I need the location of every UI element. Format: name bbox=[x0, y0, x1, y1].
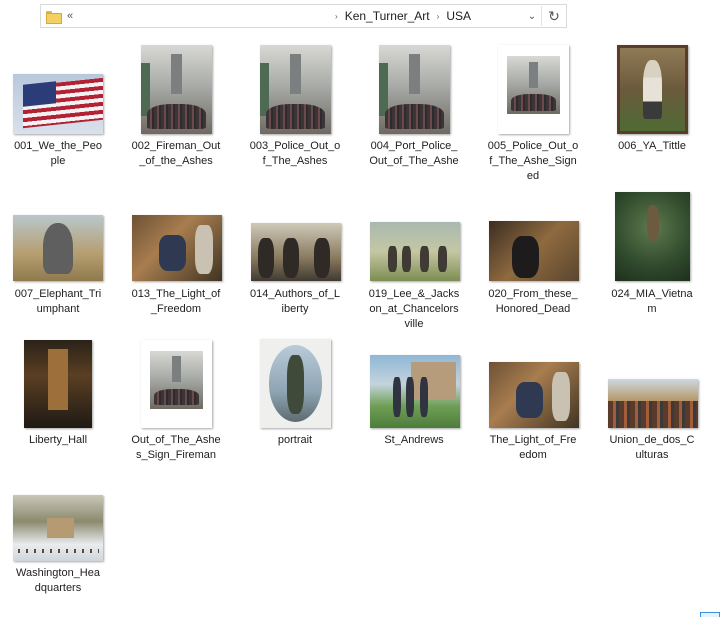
file-name: 014_Authors_of_L iberty bbox=[250, 288, 340, 315]
file-item-union-de-dos-culturas[interactable]: Union_de_dos_C ulturas bbox=[603, 336, 701, 466]
overflow-chevron-icon[interactable]: « bbox=[67, 10, 73, 22]
file-name: 024_MIA_Vietna m bbox=[611, 288, 693, 315]
folder-icon bbox=[46, 10, 62, 24]
thumbnail-image bbox=[260, 45, 331, 134]
thumbnail-image bbox=[24, 340, 92, 428]
file-name: portrait bbox=[277, 434, 313, 446]
file-item-003-police[interactable]: 003_Police_Out_o f_The_Ashes bbox=[246, 40, 344, 170]
thumbnail-image bbox=[498, 45, 569, 134]
thumbnail-image bbox=[379, 45, 450, 134]
scroll-indicator bbox=[700, 612, 720, 617]
file-item-washington-headquarters[interactable]: Washington_Hea dquarters bbox=[9, 487, 107, 602]
breadcrumb-item-usa[interactable]: USA bbox=[446, 9, 471, 23]
file-item-st-andrews[interactable]: St_Andrews bbox=[365, 336, 463, 466]
thumbnail-image bbox=[251, 223, 341, 281]
file-item-liberty-hall[interactable]: Liberty_Hall bbox=[9, 336, 107, 466]
file-name: 019_Lee_&_Jacks on_at_Chancelors ville bbox=[368, 288, 460, 330]
file-item-024-mia-vietnam[interactable]: 024_MIA_Vietna m bbox=[603, 191, 701, 321]
file-item-007-elephant[interactable]: 007_Elephant_Tri umphant bbox=[9, 191, 107, 321]
file-name: 001_We_the_Peo ple bbox=[14, 140, 102, 167]
thumbnail-image bbox=[617, 45, 688, 134]
thumbnail-image bbox=[608, 379, 698, 428]
file-item-005-police-signed[interactable]: 005_Police_Out_o f_The_Ashe_Sign ed bbox=[484, 40, 582, 185]
thumbnail-image bbox=[489, 362, 579, 428]
breadcrumb-separator-icon[interactable]: › bbox=[335, 12, 338, 21]
file-item-004-port-police[interactable]: 004_Port_Police_ Out_of_The_Ashe bbox=[365, 40, 463, 170]
thumbnail-image bbox=[489, 221, 579, 281]
thumbnail-image bbox=[13, 215, 103, 281]
thumbnail-image bbox=[132, 215, 222, 281]
file-item-portrait[interactable]: portrait bbox=[246, 336, 344, 466]
thumbnail-image bbox=[141, 340, 212, 428]
file-item-013-light-of-freedom[interactable]: 013_The_Light_of _Freedom bbox=[127, 191, 225, 321]
refresh-icon[interactable]: ↻ bbox=[542, 8, 566, 25]
file-name: 002_Fireman_Out _of_the_Ashes bbox=[131, 140, 221, 167]
file-name: Washington_Hea dquarters bbox=[16, 567, 100, 594]
file-name: 006_YA_Tittle bbox=[618, 140, 686, 152]
breadcrumb: › Ken_Turner_Art › USA ⌄ ↻ bbox=[328, 5, 566, 27]
file-name: Out_of_The_Ashe s_Sign_Fireman bbox=[131, 434, 221, 461]
file-name: 020_From_these_ Honored_Dead bbox=[488, 288, 578, 315]
thumbnail-image bbox=[370, 355, 460, 428]
file-name: 003_Police_Out_o f_The_Ashes bbox=[249, 140, 341, 167]
thumbnail-image bbox=[141, 45, 212, 134]
file-name: 007_Elephant_Tri umphant bbox=[14, 288, 102, 315]
file-name: 004_Port_Police_ Out_of_The_Ashe bbox=[369, 140, 459, 167]
thumbnail-image bbox=[260, 339, 331, 428]
thumbnail-image bbox=[13, 495, 103, 561]
file-item-019-lee-jackson[interactable]: 019_Lee_&_Jacks on_at_Chancelors ville bbox=[365, 191, 463, 336]
file-item-out-of-the-ashes-sign-fireman[interactable]: Out_of_The_Ashe s_Sign_Fireman bbox=[127, 336, 225, 466]
thumbnail-image bbox=[370, 222, 460, 281]
file-name: St_Andrews bbox=[384, 434, 444, 446]
thumbnail-image bbox=[615, 192, 690, 281]
file-name: Union_de_dos_C ulturas bbox=[609, 434, 695, 461]
file-name: Liberty_Hall bbox=[28, 434, 88, 446]
file-name: 013_The_Light_of _Freedom bbox=[131, 288, 221, 315]
file-name: The_Light_of_Fre edom bbox=[489, 434, 577, 461]
breadcrumb-item-ken-turner-art[interactable]: Ken_Turner_Art bbox=[345, 9, 430, 23]
file-item-002-fireman[interactable]: 002_Fireman_Out _of_the_Ashes bbox=[127, 40, 225, 170]
address-bar[interactable]: « › Ken_Turner_Art › USA ⌄ ↻ bbox=[40, 4, 567, 28]
file-name: 005_Police_Out_o f_The_Ashe_Sign ed bbox=[487, 140, 579, 182]
file-item-014-authors-of-liberty[interactable]: 014_Authors_of_L iberty bbox=[246, 191, 344, 321]
file-item-006-ya-tittle[interactable]: 006_YA_Tittle bbox=[603, 40, 701, 170]
file-item-020-honored-dead[interactable]: 020_From_these_ Honored_Dead bbox=[484, 191, 582, 321]
thumbnail-image bbox=[13, 74, 103, 134]
file-item-light-of-freedom[interactable]: The_Light_of_Fre edom bbox=[484, 336, 582, 466]
breadcrumb-separator-icon[interactable]: › bbox=[437, 12, 440, 21]
file-item-001-we-the-people[interactable]: 001_We_the_Peo ple bbox=[9, 40, 107, 170]
chevron-down-icon[interactable]: ⌄ bbox=[523, 11, 541, 22]
